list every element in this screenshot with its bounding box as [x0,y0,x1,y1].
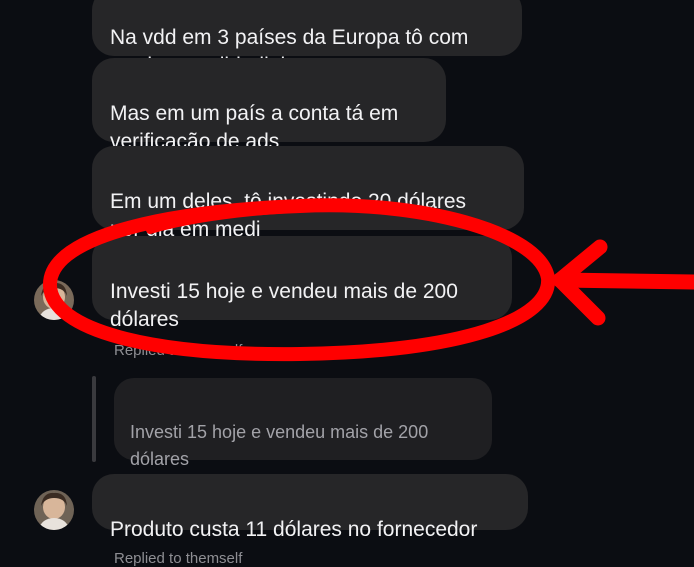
red-annotation [43,198,694,362]
red-circle-annotation [43,198,556,362]
red-arrow-shaft [552,272,694,290]
